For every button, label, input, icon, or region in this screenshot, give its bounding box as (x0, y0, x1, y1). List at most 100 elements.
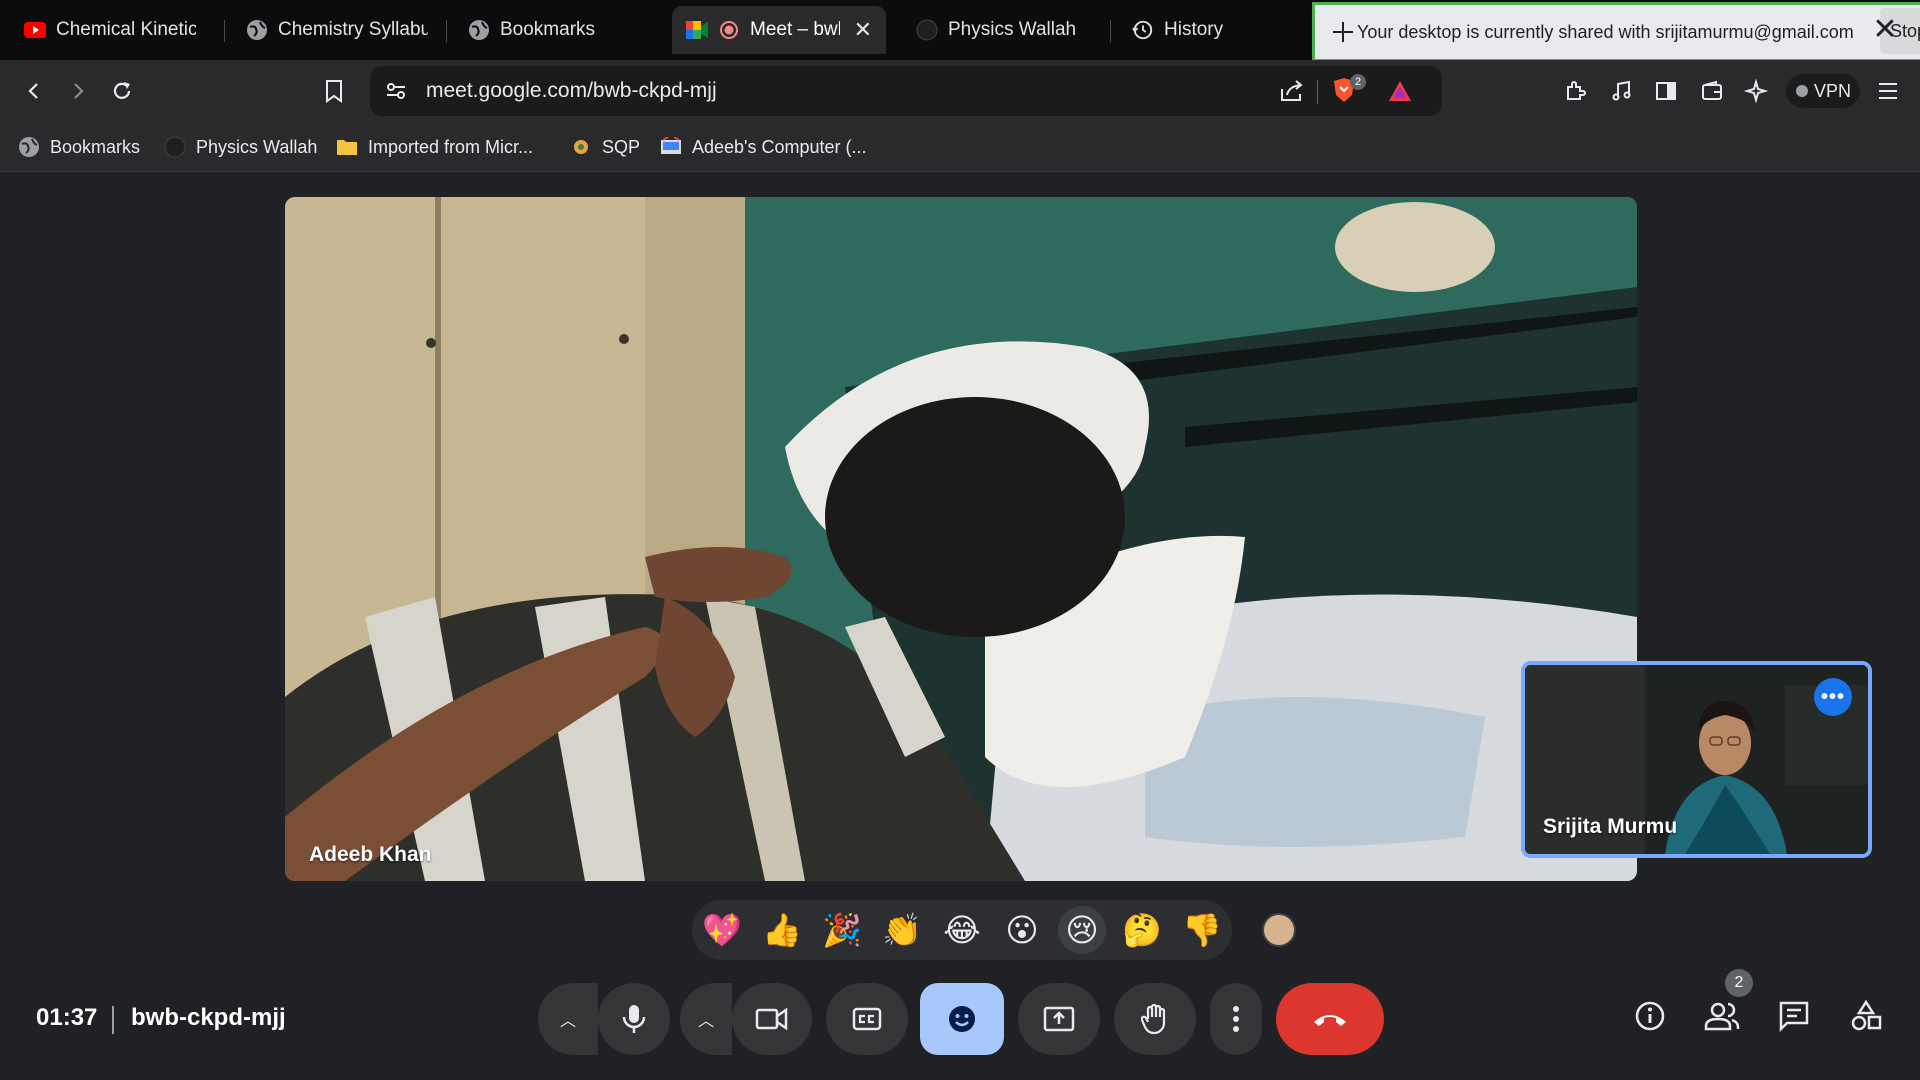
reaction-party-popper[interactable]: 🎉 (818, 906, 866, 954)
bookmarks-bar: Bookmarks Physics Wallah Imported from M… (0, 122, 1920, 172)
reaction-sparkling-heart[interactable]: 💖 (698, 906, 746, 954)
reaction-thinking[interactable]: 🤔 (1118, 906, 1166, 954)
wallet-icon[interactable] (1698, 77, 1726, 105)
media-icon[interactable] (1608, 77, 1636, 105)
chat-button[interactable] (1774, 996, 1814, 1036)
meeting-code: bwb-ckpd-mjj (131, 1004, 286, 1031)
reactions-button[interactable] (920, 983, 1004, 1055)
leo-ai-icon[interactable] (1742, 77, 1770, 105)
reactions-bar: 💖 👍 🎉 👏 😂 😮 😢 🤔 👎 (692, 900, 1232, 960)
bookmark-item[interactable]: Imported from Micr... (336, 133, 533, 161)
globe-icon (18, 136, 40, 158)
tab-label: History (1164, 19, 1224, 40)
pw-icon (164, 136, 186, 158)
vpn-status-icon (1796, 85, 1808, 97)
more-options-button[interactable] (1210, 983, 1262, 1055)
main-video-tile[interactable]: Adeeb Khan (285, 197, 1637, 881)
chat-icon (1779, 1001, 1809, 1032)
site-settings-icon[interactable] (382, 77, 410, 105)
sidebar-icon[interactable] (1652, 77, 1680, 105)
bookmark-label: Physics Wallah (196, 136, 318, 157)
camera-button[interactable] (732, 983, 812, 1055)
tab-label: Chemical Kinetics (56, 19, 196, 40)
camera-feed-image (285, 197, 1637, 881)
meet-stage: Adeeb Khan Srijita Murmu ••• 💖 👍 🎉 👏 😂 😮… (0, 172, 1920, 1080)
folder-icon (336, 136, 358, 158)
screen-share-banner: Your desktop is currently shared with sr… (1312, 2, 1920, 62)
tab-chemical-kinetics[interactable]: Chemical Kinetics (10, 6, 210, 54)
close-icon[interactable]: ✕ (1870, 12, 1900, 48)
reaction-clapping[interactable]: 👏 (878, 906, 926, 954)
present-button[interactable] (1018, 983, 1100, 1055)
tab-divider (224, 20, 225, 42)
captions-icon (852, 1007, 882, 1031)
reload-icon[interactable] (108, 77, 136, 105)
chevron-up-icon: ︿ (559, 1013, 576, 1030)
tab-history[interactable]: History (1118, 6, 1298, 54)
tab-label: Chemistry Syllabus (278, 19, 428, 40)
people-icon (1704, 1002, 1740, 1031)
address-bar[interactable]: meet.google.com/bwb-ckpd-mjj 2 (370, 66, 1442, 116)
tab-bookmarks[interactable]: Bookmarks (454, 6, 654, 54)
bookmark-icon[interactable] (320, 77, 348, 105)
youtube-icon (24, 19, 46, 41)
reaction-surprised[interactable]: 😮 (998, 906, 1046, 954)
vpn-button[interactable]: VPN (1786, 74, 1860, 108)
bookmark-item[interactable]: Physics Wallah (164, 133, 317, 161)
tab-divider (446, 20, 447, 42)
move-handle-icon[interactable] (1333, 22, 1353, 42)
tab-label: Bookmarks (500, 19, 596, 40)
bookmark-item[interactable]: SQP (570, 133, 640, 161)
activities-icon (1851, 1000, 1882, 1031)
browser-toolbar: meet.google.com/bwb-ckpd-mjj 2 VPN (0, 60, 1920, 122)
audio-options-button[interactable]: ︿ (538, 983, 598, 1055)
tab-label: Meet – bwb (750, 19, 840, 40)
tab-physics-wallah[interactable]: Physics Wallah (902, 6, 1092, 54)
reaction-joy[interactable]: 😂 (938, 906, 986, 954)
share-icon[interactable] (1278, 77, 1306, 105)
bookmark-item[interactable]: Bookmarks (18, 133, 140, 161)
more-vert-icon (1233, 1006, 1239, 1032)
people-button[interactable] (1702, 996, 1742, 1036)
skin-tone-picker[interactable] (1262, 913, 1296, 947)
leave-call-button[interactable] (1276, 983, 1384, 1055)
info-icon (1635, 1001, 1665, 1031)
tab-divider (1110, 20, 1111, 42)
participant-name-main: Adeeb Khan (309, 843, 432, 866)
shields-count-badge: 2 (1350, 74, 1366, 90)
close-icon[interactable]: ✕ (854, 17, 872, 43)
tab-meet[interactable]: Meet – bwb ✕ (672, 6, 886, 54)
extensions-icon[interactable] (1562, 77, 1590, 105)
back-icon[interactable] (20, 77, 48, 105)
forward-icon[interactable] (64, 77, 92, 105)
participant-name-self: Srijita Murmu (1543, 815, 1678, 838)
remote-desktop-icon (660, 136, 682, 158)
activities-button[interactable] (1846, 996, 1886, 1036)
tab-label: Physics Wallah (948, 19, 1077, 40)
captions-button[interactable] (826, 983, 908, 1055)
bookmark-label: Adeeb's Computer (... (692, 136, 867, 157)
reaction-thumbs-down[interactable]: 👎 (1178, 906, 1226, 954)
divider (1317, 80, 1318, 104)
brave-rewards-icon[interactable] (1386, 77, 1414, 105)
hang-up-icon (1314, 1015, 1346, 1026)
globe-icon (468, 19, 490, 41)
bookmark-item[interactable]: Adeeb's Computer (... (660, 133, 867, 161)
emoji-icon (949, 1006, 975, 1032)
chevron-up-icon: ︿ (697, 1013, 714, 1030)
menu-icon[interactable] (1874, 77, 1902, 105)
reaction-crying[interactable]: 😢 (1058, 906, 1106, 954)
present-screen-icon (1043, 1006, 1075, 1032)
microphone-button[interactable] (598, 983, 670, 1055)
raise-hand-button[interactable] (1114, 983, 1196, 1055)
tab-chemistry-syllabus[interactable]: Chemistry Syllabus (232, 6, 442, 54)
globe-icon (246, 19, 268, 41)
hand-icon (1141, 1003, 1166, 1035)
more-options-button[interactable]: ••• (1814, 678, 1852, 716)
reaction-thumbs-up[interactable]: 👍 (758, 906, 806, 954)
divider (112, 1006, 114, 1034)
meeting-details-button[interactable] (1630, 996, 1670, 1036)
history-icon (1132, 19, 1154, 41)
video-options-button[interactable]: ︿ (680, 983, 732, 1055)
sqp-icon (570, 136, 592, 158)
